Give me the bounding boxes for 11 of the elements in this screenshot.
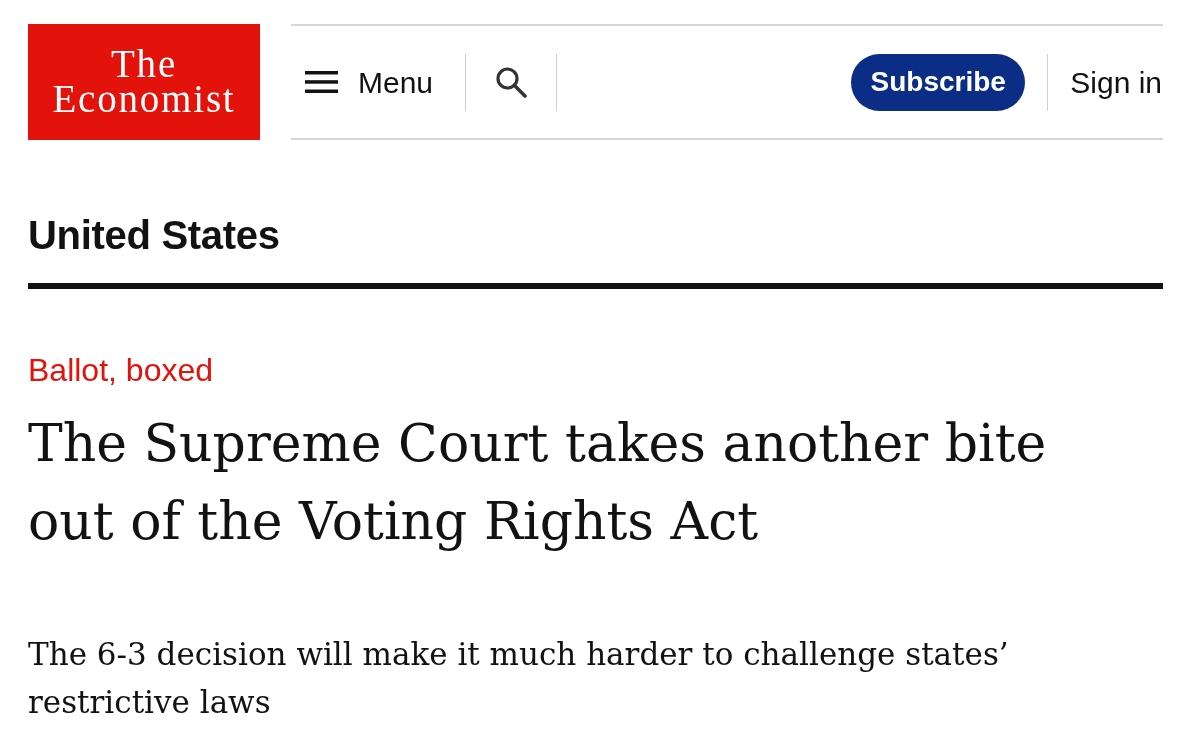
article-subheadline: The 6-3 decision will make it much harder to challenge states’ restrictive laws xyxy=(28,635,1010,722)
search-icon xyxy=(495,66,528,98)
menu-button[interactable]: Menu xyxy=(305,59,434,105)
section-title[interactable]: United States xyxy=(28,212,280,258)
article-headline: The Supreme Court takes another bite out of the Voting Rights Act xyxy=(28,412,1048,553)
logo[interactable]: The Economist xyxy=(28,24,260,140)
search-button[interactable] xyxy=(495,66,528,98)
menu-icon xyxy=(305,71,338,93)
article-rubric[interactable]: Ballot, boxed xyxy=(28,352,213,388)
sign-in-link[interactable]: Sign in xyxy=(1070,59,1162,105)
subscribe-button[interactable]: Subscribe xyxy=(851,53,1026,111)
